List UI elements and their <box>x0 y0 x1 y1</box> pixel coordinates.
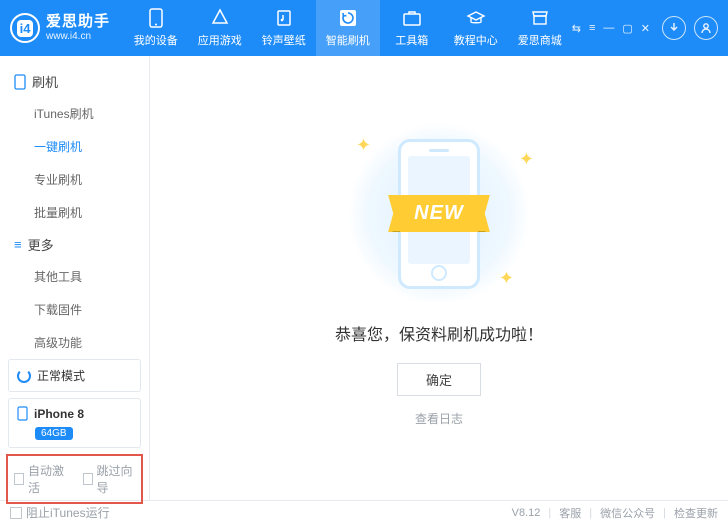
refresh-icon <box>338 8 358 28</box>
section-title: 更多 <box>28 235 54 254</box>
checkbox-icon <box>10 507 22 519</box>
version-label: V8.12 <box>512 507 541 519</box>
tab-apps[interactable]: 应用游戏 <box>188 0 252 56</box>
sparkle-icon: ✦ <box>499 268 514 289</box>
device-status[interactable]: iPhone 8 64GB <box>8 398 141 448</box>
tab-label: 智能刷机 <box>326 32 370 48</box>
minimize-icon[interactable]: — <box>603 22 614 35</box>
checkbox-auto-activate[interactable]: 自动激活 <box>14 462 67 496</box>
side-item-download-fw[interactable]: 下载固件 <box>0 293 149 326</box>
phone-small-icon <box>17 406 28 421</box>
tab-label: 教程中心 <box>454 32 498 48</box>
success-message: 恭喜您，保资料刷机成功啦！ <box>335 321 543 345</box>
sparkle-icon: ✦ <box>519 149 534 170</box>
tab-toolbox[interactable]: 工具箱 <box>380 0 444 56</box>
tab-label: 铃声壁纸 <box>262 32 306 48</box>
phone-small-icon <box>14 74 26 90</box>
update-link[interactable]: 检查更新 <box>674 505 718 521</box>
side-item-oneclick-flash[interactable]: 一键刷机 <box>0 130 149 163</box>
view-log-link[interactable]: 查看日志 <box>415 410 463 427</box>
maximize-icon[interactable]: ▢ <box>622 22 632 35</box>
appstore-icon <box>210 8 230 28</box>
highlighted-options: 自动激活 跳过向导 <box>6 454 143 504</box>
sidebar-section-flash: 刷机 <box>0 66 149 97</box>
phone-icon <box>146 8 166 28</box>
mode-status[interactable]: 正常模式 <box>8 359 141 392</box>
status-bar: 阻止iTunes运行 V8.12| 客服| 微信公众号| 检查更新 <box>0 500 728 524</box>
checkbox-skip-guide[interactable]: 跳过向导 <box>83 462 136 496</box>
music-icon <box>274 8 294 28</box>
loop-icon <box>17 369 31 383</box>
download-button[interactable] <box>662 16 686 40</box>
user-button[interactable] <box>694 16 718 40</box>
shop-icon <box>530 8 550 28</box>
window-controls: ⇆ ≡ — ▢ ✕ <box>572 22 650 35</box>
header-tabs: 我的设备 应用游戏 铃声壁纸 智能刷机 工具箱 教程中心 爱思商城 <box>124 0 572 56</box>
menu-icon[interactable]: ≡ <box>589 22 595 35</box>
device-capacity-badge: 64GB <box>35 427 73 440</box>
side-item-advanced[interactable]: 高级功能 <box>0 326 149 359</box>
briefcase-icon <box>402 8 422 28</box>
tab-flash[interactable]: 智能刷机 <box>316 0 380 56</box>
checkbox-block-itunes[interactable]: 阻止iTunes运行 <box>10 504 110 521</box>
close-icon[interactable]: ✕ <box>641 22 650 35</box>
tab-label: 爱思商城 <box>518 32 562 48</box>
tab-tutorial[interactable]: 教程中心 <box>444 0 508 56</box>
app-name: 爱思助手 <box>46 14 110 31</box>
checkbox-icon <box>83 473 93 485</box>
tab-label: 应用游戏 <box>198 32 242 48</box>
mode-label: 正常模式 <box>37 367 85 384</box>
sidebar: 刷机 iTunes刷机 一键刷机 专业刷机 批量刷机 ≡ 更多 其他工具 下载固… <box>0 56 150 500</box>
tab-ring[interactable]: 铃声壁纸 <box>252 0 316 56</box>
tab-label: 工具箱 <box>395 32 428 48</box>
app-url: www.i4.cn <box>46 31 110 42</box>
logo-badge-icon: i4 <box>10 13 40 43</box>
main-panel: ✦ ✦ ✦ NEW 恭喜您，保资料刷机成功啦！ 确定 查看日志 <box>150 56 728 500</box>
wechat-link[interactable]: 微信公众号 <box>600 505 655 521</box>
sparkle-icon: ✦ <box>356 135 371 156</box>
new-ribbon: NEW <box>388 195 490 232</box>
side-item-batch-flash[interactable]: 批量刷机 <box>0 196 149 229</box>
device-name: iPhone 8 <box>34 407 84 421</box>
lock-icon[interactable]: ⇆ <box>572 22 581 35</box>
section-title: 刷机 <box>32 72 58 91</box>
header-right: ⇆ ≡ — ▢ ✕ <box>572 16 718 40</box>
success-illustration: ✦ ✦ ✦ NEW <box>334 129 544 299</box>
side-item-pro-flash[interactable]: 专业刷机 <box>0 163 149 196</box>
checkbox-icon <box>14 473 24 485</box>
ok-button[interactable]: 确定 <box>397 363 481 396</box>
app-header: i4 爱思助手 www.i4.cn 我的设备 应用游戏 铃声壁纸 智能刷机 工具… <box>0 0 728 56</box>
list-icon: ≡ <box>14 237 22 252</box>
side-item-itunes-flash[interactable]: iTunes刷机 <box>0 97 149 130</box>
tab-device[interactable]: 我的设备 <box>124 0 188 56</box>
sidebar-section-more: ≡ 更多 <box>0 229 149 260</box>
side-item-other-tools[interactable]: 其他工具 <box>0 260 149 293</box>
app-logo: i4 爱思助手 www.i4.cn <box>10 13 124 43</box>
graduation-icon <box>466 8 486 28</box>
support-link[interactable]: 客服 <box>559 505 581 521</box>
tab-label: 我的设备 <box>134 32 178 48</box>
tab-mall[interactable]: 爱思商城 <box>508 0 572 56</box>
